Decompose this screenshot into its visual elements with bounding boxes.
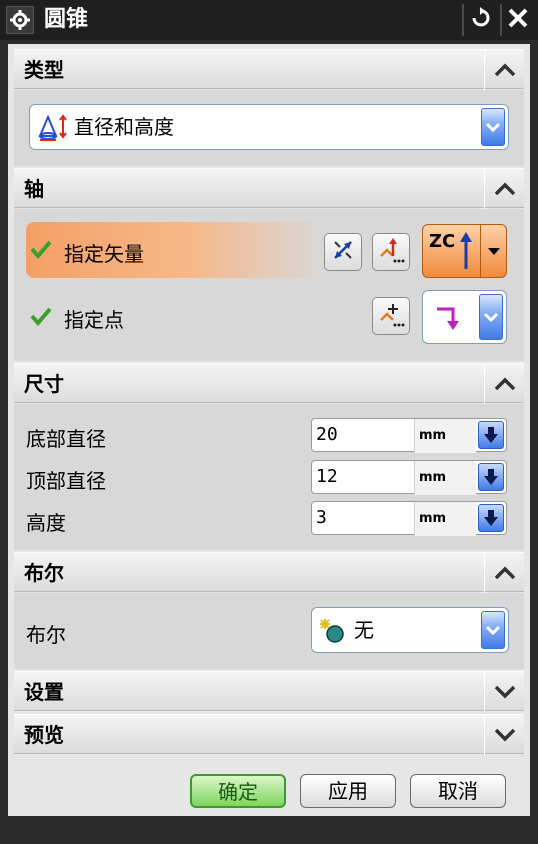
boolean-dropdown-value: 无 — [354, 618, 374, 642]
reverse-direction-icon — [330, 237, 356, 267]
apply-button[interactable]: 应用 — [300, 774, 396, 808]
bottom-diameter-unit: mm — [414, 419, 476, 453]
boolean-none-icon — [320, 618, 346, 648]
point-type-dropdown[interactable] — [422, 290, 507, 344]
type-dropdown[interactable]: 直径和高度 — [29, 104, 509, 150]
specify-point-label: 指定点 — [64, 308, 124, 332]
top-diameter-field[interactable]: 12 mm — [311, 460, 507, 495]
point-dialog-button[interactable] — [372, 297, 410, 335]
section-title-boolean: 布尔 — [24, 561, 64, 585]
chevron-down-icon[interactable] — [480, 225, 506, 277]
section-header-axis[interactable]: 轴 — [14, 168, 524, 209]
vector-constructor-icon — [377, 236, 405, 268]
close-icon — [507, 7, 529, 33]
section-body-boolean: 布尔 无 — [14, 593, 524, 669]
arrow-down-icon[interactable] — [478, 421, 504, 449]
section-header-dimensions[interactable]: 尺寸 — [14, 363, 524, 404]
height-unit: mm — [414, 502, 476, 536]
check-icon — [30, 239, 52, 263]
chevron-down-icon[interactable] — [481, 611, 505, 649]
expand-icon[interactable] — [484, 715, 524, 755]
section-body-axis: 指定矢量 ZC 指定点 — [14, 209, 524, 361]
type-dropdown-value: 直径和高度 — [74, 115, 174, 139]
reverse-direction-button[interactable] — [324, 233, 362, 271]
section-header-boolean[interactable]: 布尔 — [14, 552, 524, 593]
section-title-type: 类型 — [24, 58, 64, 82]
bottom-diameter-label: 底部直径 — [26, 427, 106, 451]
top-diameter-unit: mm — [414, 461, 476, 495]
section-title-preview: 预览 — [24, 723, 64, 747]
vector-dialog-button[interactable] — [372, 233, 410, 271]
chevron-down-icon[interactable] — [481, 108, 505, 146]
reset-button[interactable] — [462, 4, 496, 36]
specify-vector-label: 指定矢量 — [64, 242, 144, 266]
expand-icon[interactable] — [484, 672, 524, 712]
collapse-icon[interactable] — [484, 169, 524, 209]
section-body-type: 直径和高度 — [14, 90, 524, 166]
collapse-icon[interactable] — [484, 364, 524, 404]
chevron-down-icon[interactable] — [479, 294, 503, 340]
section-header-preview[interactable]: 预览 — [14, 714, 524, 755]
collapse-icon[interactable] — [484, 553, 524, 593]
gear-icon[interactable] — [6, 6, 34, 34]
bottom-diameter-value[interactable]: 20 — [316, 419, 338, 451]
vector-dropdown-text: ZC — [429, 231, 456, 252]
cancel-button[interactable]: 取消 — [410, 774, 506, 808]
cone-dialog-window: 圆锥 类型 直径和高度 轴 指定矢量 ZC 指定点 尺寸 底部直径 20 mm … — [0, 0, 538, 844]
height-label: 高度 — [26, 511, 66, 535]
cone-type-icon — [38, 114, 68, 146]
vector-type-dropdown[interactable]: ZC — [422, 224, 507, 278]
reset-icon — [469, 7, 491, 33]
section-title-dimensions: 尺寸 — [24, 372, 64, 396]
collapse-icon[interactable] — [484, 50, 524, 90]
bottom-border — [0, 824, 538, 844]
height-field[interactable]: 3 mm — [311, 501, 507, 536]
title-bar: 圆锥 — [0, 0, 538, 40]
height-value[interactable]: 3 — [316, 502, 327, 534]
close-button[interactable] — [500, 4, 534, 36]
inferred-point-icon — [435, 303, 465, 337]
zc-axis-icon — [459, 231, 473, 275]
boolean-label: 布尔 — [26, 623, 66, 647]
boolean-dropdown[interactable]: 无 — [311, 607, 509, 653]
point-constructor-icon — [377, 300, 405, 332]
ok-button[interactable]: 确定 — [190, 774, 286, 808]
section-title-settings: 设置 — [24, 680, 64, 704]
arrow-down-icon[interactable] — [478, 504, 504, 532]
top-diameter-label: 顶部直径 — [26, 469, 106, 493]
check-icon — [30, 306, 52, 330]
arrow-down-icon[interactable] — [478, 463, 504, 491]
section-header-type[interactable]: 类型 — [14, 49, 524, 90]
section-title-axis: 轴 — [24, 177, 44, 201]
bottom-diameter-field[interactable]: 20 mm — [311, 418, 507, 453]
dialog-title: 圆锥 — [44, 7, 89, 32]
top-diameter-value[interactable]: 12 — [316, 461, 338, 493]
section-header-settings[interactable]: 设置 — [14, 671, 524, 712]
section-body-dimensions: 底部直径 20 mm 顶部直径 12 mm 高度 3 mm — [14, 404, 524, 550]
